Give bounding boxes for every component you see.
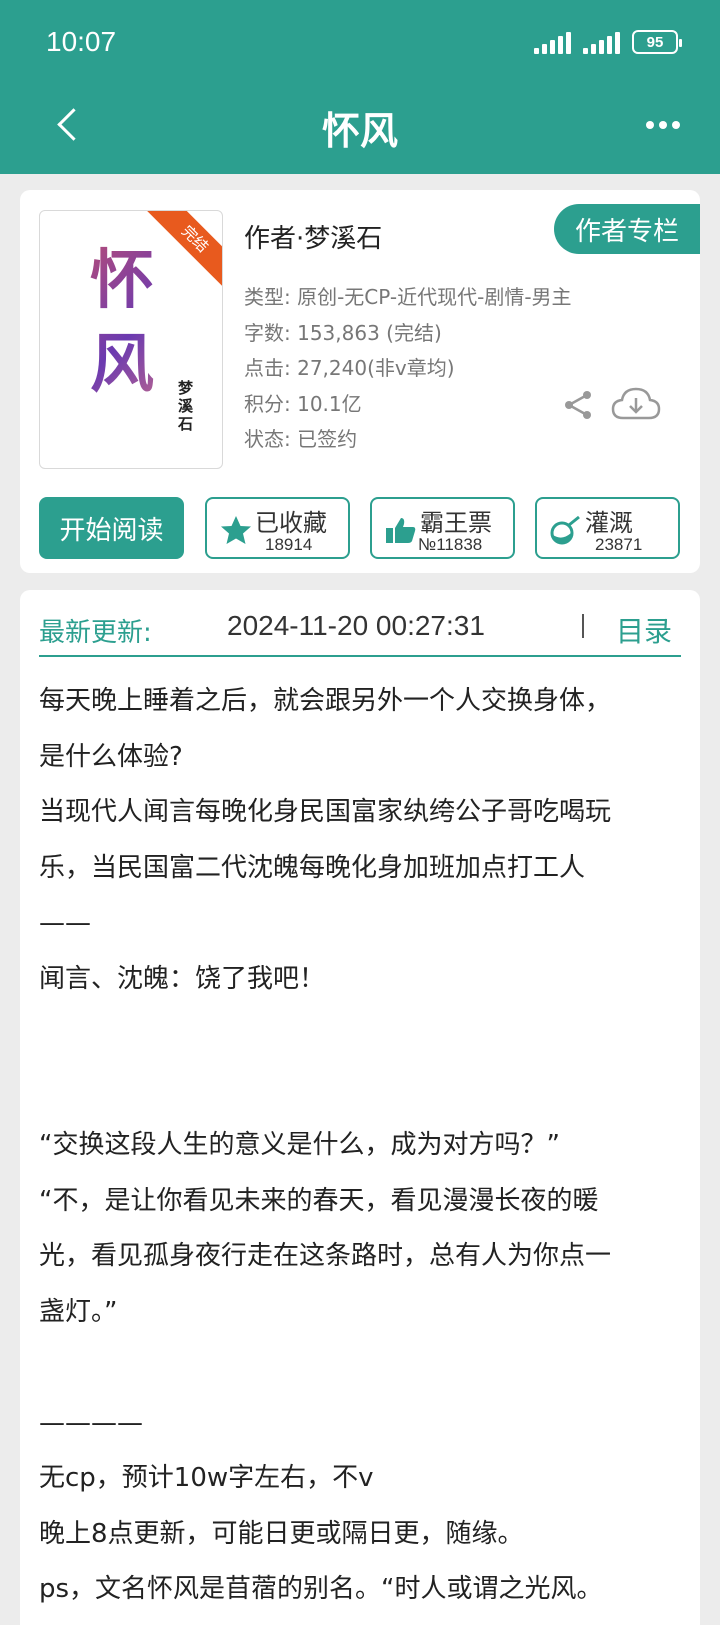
irrigate-count: 23871 [595, 535, 643, 554]
cover-title: 怀风 [90, 239, 170, 407]
divider [582, 614, 584, 638]
intro-line: 晚上8点更新，可能日更或隔日更，随缘。 [39, 1518, 524, 1549]
intro-line: ———— [39, 1407, 143, 1438]
bawangpiao-count: №11838 [418, 535, 483, 554]
irrigate-label: 灌溉 [585, 509, 633, 537]
intro-line: “交换这段人生的意义是什么，成为对方吗？” [39, 1130, 560, 1160]
intro-line: 盏灯。” [39, 1296, 118, 1327]
share-icon[interactable] [562, 390, 594, 420]
intro-line [39, 1007, 684, 1063]
author-column-button[interactable]: 作者专栏 [554, 204, 700, 254]
bawangpiao-button[interactable]: 霸王票 №11838 [370, 497, 515, 559]
favorite-button[interactable]: 已收藏 18914 [205, 497, 350, 559]
status-icons: 95 [534, 30, 682, 54]
table-of-contents-link[interactable]: 目录 [616, 610, 672, 650]
intro-card: 最新更新: 2024-11-20 00:27:31 目录 每天晚上睡着之后，就会… [20, 590, 700, 1625]
intro-line: —— [39, 908, 91, 938]
book-info-card: 怀风 梦溪石 完结 作者·梦溪石 作者专栏 类型: 原创-无CP-近代现代-剧情… [20, 190, 700, 573]
intro-line: 当现代人闻言每晚化身民国富家纨绔公子哥吃喝玩 [39, 797, 612, 827]
latest-update-label: 最新更新: [39, 618, 152, 648]
cellular-signal-2-icon [583, 30, 620, 54]
irrigate-button[interactable]: 灌溉 23871 [535, 497, 680, 559]
author-name[interactable]: 作者·梦溪石 [244, 218, 382, 255]
thumbs-up-icon [386, 518, 416, 543]
bawangpiao-label: 霸王票 [420, 509, 492, 537]
intro-line [39, 1340, 684, 1396]
cloud-download-icon[interactable] [610, 386, 662, 422]
intro-line [39, 1063, 684, 1119]
book-cover[interactable]: 怀风 梦溪石 完结 [39, 210, 223, 469]
meta-genre: 类型: 原创-无CP-近代现代-剧情-男主 [244, 285, 572, 309]
intro-line: ps，文名怀风是苜蓿的别名。“时人或谓之光风。 [39, 1574, 603, 1604]
intro-line: 无cp，预计10w字左右，不v [39, 1463, 374, 1493]
start-reading-button[interactable]: 开始阅读 [39, 497, 184, 559]
cover-author: 梦溪石 [178, 379, 194, 433]
flask-icon [550, 515, 580, 545]
page-title: 怀风 [321, 109, 398, 153]
intro-line: 闻言、沈魄：饶了我吧！ [39, 963, 326, 994]
intro-line: “不，是让你看见未来的春天，看见漫漫长夜的暖 [39, 1185, 599, 1216]
more-options-button[interactable] [646, 110, 680, 140]
battery-level: 95 [646, 33, 664, 51]
meta-clicks: 点击: 27,240(非v章均) [244, 356, 455, 380]
intro-line: 光，看见孤身夜行走在这条路时，总有人为你点一 [39, 1241, 612, 1271]
section-divider [39, 655, 681, 657]
latest-update-time[interactable]: 2024-11-20 00:27:31 [227, 610, 485, 642]
meta-word-count: 字数: 153,863 (完结) [244, 320, 442, 345]
intro-line: 每天晚上睡着之后，就会跟另外一个人交换身体， [39, 686, 612, 716]
cellular-signal-icon [534, 30, 571, 54]
book-meta: 类型: 原创-无CP-近代现代-剧情-男主 字数: 153,863 (完结) 点… [244, 280, 572, 458]
intro-line: 是什么体验? [39, 741, 183, 772]
meta-status: 状态: 已签约 [244, 427, 358, 451]
battery-icon: 95 [632, 30, 682, 54]
intro-line: 乐，当民国富二代沈魄每晚化身加班加点打工人 [39, 852, 586, 883]
favorite-label: 已收藏 [255, 509, 327, 537]
status-time: 10:07 [46, 26, 117, 57]
book-intro: 每天晚上睡着之后，就会跟另外一个人交换身体， 是什么体验? 当现代人闻言每晚化身… [39, 674, 684, 1618]
star-icon [221, 516, 251, 544]
top-bar: 10:07 95 怀风 [0, 0, 720, 174]
favorite-count: 18914 [265, 535, 313, 554]
meta-score: 积分: 10.1亿 [244, 391, 362, 416]
